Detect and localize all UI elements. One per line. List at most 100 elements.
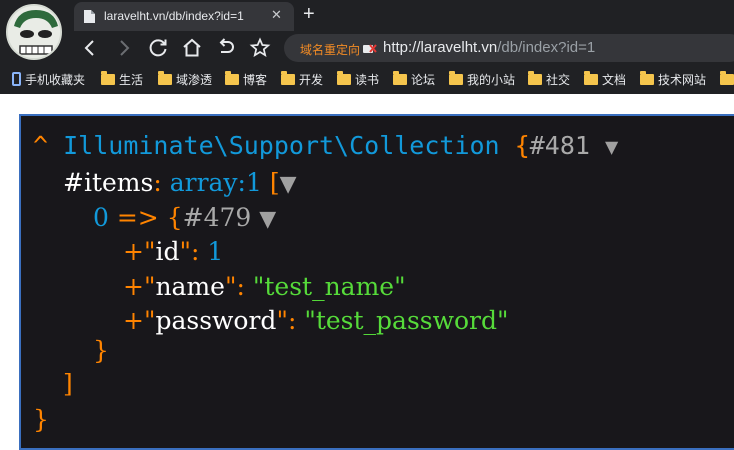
- bookmark-folder[interactable]: 生活: [101, 70, 144, 87]
- colon: :: [236, 272, 245, 301]
- bookmark-star-icon[interactable]: [248, 36, 272, 60]
- array-index: 0: [93, 203, 109, 232]
- folder-icon: [337, 70, 351, 85]
- toggle-arrow-icon[interactable]: ▼: [280, 172, 297, 197]
- field-value: "test_name": [252, 272, 406, 301]
- bookmark-label: 读书: [355, 72, 380, 87]
- profile-avatar[interactable]: [6, 4, 62, 60]
- folder-icon: [225, 70, 239, 85]
- bookmarks-bar: 手机收藏夹 生活 域渗透 博客 开发 读书 论坛 我的小站 社交 文档 技术网站: [0, 66, 734, 92]
- quote: ": [179, 237, 191, 266]
- redirect-label[interactable]: 域名重定向: [300, 41, 360, 58]
- inner-open-brace: {: [166, 203, 183, 232]
- bookmark-folder[interactable]: 技术网站: [640, 70, 707, 87]
- bookmark-label: 论坛: [411, 72, 436, 87]
- bookmark-folder[interactable]: 文档: [584, 70, 627, 87]
- inner-close-brace: }: [93, 336, 109, 365]
- bookmark-folder[interactable]: 域渗透: [158, 70, 213, 87]
- close-bracket-line: ]: [63, 369, 73, 399]
- home-icon[interactable]: [180, 36, 204, 60]
- field-key: password: [155, 306, 277, 335]
- field-row-password: +"password": "test_password": [123, 306, 509, 336]
- quote: ": [276, 306, 288, 335]
- new-tab-button[interactable]: +: [303, 3, 315, 25]
- bookmark-mobile[interactable]: 手机收藏夹: [12, 71, 85, 87]
- bookmark-label: 博客: [243, 72, 268, 87]
- arrow: =>: [116, 203, 159, 232]
- quote: ": [143, 237, 156, 266]
- toggle-arrow-icon[interactable]: ▼: [605, 135, 618, 160]
- collapse-caret[interactable]: ^: [33, 131, 48, 160]
- url-host: http://laravelht.vn: [383, 39, 498, 56]
- bookmark-folder[interactable]: 社交: [528, 70, 571, 87]
- folder-icon: [101, 70, 115, 85]
- items-type: array:1: [169, 168, 262, 197]
- bookmark-folder[interactable]: 论坛: [393, 70, 436, 87]
- folder-icon: [158, 70, 172, 85]
- items-line: #items: array:1 [▼: [63, 168, 297, 200]
- folder-icon: [720, 70, 734, 85]
- field-row-name: +"name": "test_name": [123, 272, 406, 302]
- inner-object-id: #479: [182, 203, 252, 232]
- class-name: Illuminate\Support\Collection: [63, 131, 500, 160]
- bookmark-label: 社交: [546, 72, 571, 87]
- plus: +: [123, 306, 144, 335]
- bookmark-label: 技术网站: [658, 72, 707, 87]
- toggle-arrow-icon[interactable]: ▼: [259, 207, 276, 232]
- address-bar[interactable]: 域名重定向 http://laravelht.vn/db/index?id=1: [284, 34, 734, 62]
- tab-close-icon[interactable]: ✕: [271, 8, 282, 22]
- var-dump-panel: ^ Illuminate\Support\Collection {#481 ▼ …: [19, 114, 734, 450]
- folder-icon: [449, 70, 463, 85]
- colon: :: [190, 237, 200, 266]
- reload-icon[interactable]: [146, 36, 170, 60]
- phone-icon: [12, 72, 21, 86]
- tab-title: laravelht.vn/db/index?id=1: [104, 9, 244, 23]
- folder-icon: [281, 70, 295, 85]
- bookmark-folder[interactable]: 开发: [281, 70, 324, 87]
- close-bracket: ]: [63, 369, 73, 398]
- colon: :: [287, 306, 297, 335]
- folder-icon: [528, 70, 542, 85]
- url-text[interactable]: http://laravelht.vn/db/index?id=1: [383, 39, 595, 56]
- bookmark-label: 开发: [299, 72, 324, 87]
- field-key: name: [155, 272, 225, 301]
- inner-close-line: }: [93, 336, 109, 366]
- open-brace: {: [514, 131, 530, 160]
- forward-icon[interactable]: [112, 36, 136, 60]
- quote: ": [224, 272, 237, 301]
- folder-icon: [640, 70, 654, 85]
- dump-header-line: ^ Illuminate\Support\Collection {#481 ▼: [33, 131, 618, 163]
- bookmark-label: 文档: [602, 72, 627, 87]
- browser-tab[interactable]: laravelht.vn/db/index?id=1 ✕: [74, 2, 294, 31]
- insecure-icon[interactable]: [363, 43, 377, 54]
- folder-icon: [393, 70, 407, 85]
- plus: +: [123, 272, 144, 301]
- browser-chrome: laravelht.vn/db/index?id=1 ✕ + 域名重定向 htt…: [0, 0, 734, 94]
- bookmark-folder[interactable]: [720, 70, 734, 87]
- bookmark-label: 域渗透: [176, 72, 213, 87]
- avatar-face-icon: [8, 6, 60, 58]
- quote: ": [143, 306, 156, 335]
- folder-icon: [584, 70, 598, 85]
- undo-icon[interactable]: [214, 36, 238, 60]
- field-row-id: +"id": 1: [123, 237, 223, 267]
- field-value: "test_password": [304, 306, 509, 335]
- open-bracket: [: [269, 168, 280, 197]
- quote: ": [143, 272, 156, 301]
- items-key: #items: [63, 168, 154, 197]
- field-key: id: [155, 237, 180, 266]
- plus: +: [123, 237, 144, 266]
- back-icon[interactable]: [78, 36, 102, 60]
- bookmark-label: 我的小站: [467, 72, 516, 87]
- bookmark-folder[interactable]: 读书: [337, 70, 380, 87]
- field-value: 1: [207, 237, 224, 266]
- index-line: 0 => {#479 ▼: [93, 203, 276, 235]
- url-path: /db/index?id=1: [497, 39, 596, 56]
- close-brace-line: }: [33, 405, 49, 435]
- bookmark-folder[interactable]: 我的小站: [449, 70, 516, 87]
- object-id: #481: [529, 131, 590, 160]
- colon: :: [153, 168, 162, 197]
- bookmark-folder[interactable]: 博客: [225, 70, 268, 87]
- bookmark-label: 生活: [119, 72, 144, 87]
- close-brace: }: [33, 405, 49, 434]
